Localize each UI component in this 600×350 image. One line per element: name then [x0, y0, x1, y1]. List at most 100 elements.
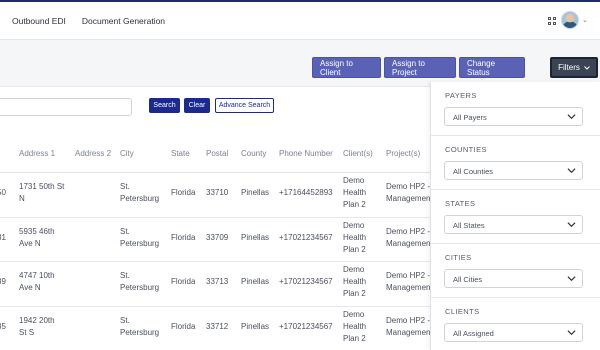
filter-label: STATES	[445, 199, 476, 208]
phone-cell: +17021234567	[279, 277, 333, 286]
chevron-down-icon	[567, 168, 576, 174]
select-value: All States	[453, 221, 485, 230]
client-line2: Health	[343, 188, 367, 197]
project-line2: Managemen	[386, 283, 431, 292]
client-line1: Demo	[343, 176, 365, 185]
select-value: All Assigned	[453, 329, 494, 338]
table-row[interactable]: 35 1942 20th St S St. Petersburg Florida…	[0, 307, 430, 350]
select-value: All Payers	[453, 113, 487, 122]
city-line2: Petersburg	[120, 328, 160, 337]
postal-cell: 33710	[206, 188, 229, 197]
table-row[interactable]: 50 1731 50th St N St. Petersburg Florida…	[0, 173, 430, 218]
filters-label: Filters	[558, 63, 580, 72]
row-id: 35	[0, 322, 6, 331]
county-cell: Pinellas	[241, 188, 270, 197]
state-cell: Florida	[171, 322, 196, 331]
filters-button[interactable]: Filters	[550, 57, 598, 78]
assign-to-project-button[interactable]: Assign to Project	[384, 57, 456, 78]
client-line2: Health	[343, 277, 367, 286]
header-clients[interactable]: Client(s)	[343, 149, 373, 158]
postal-cell: 33713	[206, 277, 229, 286]
postal-cell: 33712	[206, 322, 229, 331]
address1-line1: 4747 10th	[19, 271, 55, 280]
address1-line2: St S	[19, 328, 35, 337]
advance-search-button[interactable]: Advance Search	[215, 98, 274, 113]
cities-select[interactable]: All Cities	[444, 269, 583, 288]
city-line1: St.	[120, 271, 130, 280]
nav-document-generation[interactable]: Document Generation	[82, 16, 165, 26]
search-button[interactable]: Search	[149, 98, 180, 113]
states-select[interactable]: All States	[444, 215, 583, 234]
header-city[interactable]: City	[120, 149, 134, 158]
client-line2: Health	[343, 322, 367, 331]
search-input[interactable]	[0, 98, 132, 116]
project-line1: Demo HP2 -	[386, 316, 431, 325]
project-line1: Demo HP2 -	[386, 271, 431, 280]
row-id: 39	[0, 277, 6, 286]
city-line1: St.	[120, 227, 130, 236]
state-cell: Florida	[171, 233, 196, 242]
client-line1: Demo	[343, 265, 365, 274]
client-line1: Demo	[343, 310, 365, 319]
phone-cell: +17021234567	[279, 233, 333, 242]
payers-select[interactable]: All Payers	[444, 107, 583, 126]
header-postal[interactable]: Postal	[206, 149, 228, 158]
address1-line2: N	[19, 194, 25, 203]
city-line2: Petersburg	[120, 283, 160, 292]
phone-cell: +17021234567	[279, 322, 333, 331]
main-content: Search Clear Advance Search Address 1 Ad…	[0, 86, 430, 350]
table-row[interactable]: 39 4747 10th Ave N St. Petersburg Florid…	[0, 262, 430, 307]
nav-outbound-edi[interactable]: Outbound EDI	[12, 16, 66, 26]
county-cell: Pinellas	[241, 322, 270, 331]
phone-cell: +17164452893	[279, 188, 333, 197]
select-value: All Cities	[453, 275, 483, 284]
counties-select[interactable]: All Counties	[444, 161, 583, 180]
client-line1: Demo	[343, 221, 365, 230]
change-status-button[interactable]: Change Status	[459, 57, 525, 78]
chevron-down-icon	[584, 65, 590, 70]
filter-label: COUNTIES	[445, 145, 487, 154]
top-bar: Outbound EDI Document Generation ⌄	[0, 0, 600, 40]
city-line1: St.	[120, 182, 130, 191]
address1-line1: 1731 50th St	[19, 182, 65, 191]
header-phone[interactable]: Phone Number	[279, 149, 333, 158]
client-line3: Plan 2	[343, 334, 366, 343]
table-row[interactable]: 31 5935 46th Ave N St. Petersburg Florid…	[0, 218, 430, 262]
city-line1: St.	[120, 316, 130, 325]
city-line2: Petersburg	[120, 239, 160, 248]
assign-to-client-button[interactable]: Assign to Client	[312, 57, 381, 78]
project-line1: Demo HP2 -	[386, 182, 431, 191]
client-line2: Health	[343, 233, 367, 242]
table-header: Address 1 Address 2 City State Postal Co…	[0, 145, 430, 173]
postal-cell: 33709	[206, 233, 229, 242]
filter-label: CLIENTS	[445, 307, 480, 316]
header-county[interactable]: County	[241, 149, 266, 158]
header-projects[interactable]: Project(s)	[386, 149, 420, 158]
divider	[431, 135, 600, 136]
address1-line1: 5935 46th	[19, 227, 55, 236]
city-line2: Petersburg	[120, 194, 160, 203]
avatar[interactable]	[561, 11, 579, 29]
address1-line1: 1942 20th	[19, 316, 55, 325]
header-state[interactable]: State	[171, 149, 190, 158]
divider	[431, 297, 600, 298]
clients-select[interactable]: All Assigned	[444, 323, 583, 342]
clear-button[interactable]: Clear	[184, 98, 210, 113]
filter-label: PAYERS	[445, 91, 477, 100]
state-cell: Florida	[171, 188, 196, 197]
top-nav: Outbound EDI Document Generation	[12, 16, 165, 26]
state-cell: Florida	[171, 277, 196, 286]
filter-label: CITIES	[445, 253, 472, 262]
county-cell: Pinellas	[241, 277, 270, 286]
row-id: 50	[0, 188, 6, 197]
apps-grid-icon[interactable]	[548, 17, 556, 25]
divider	[431, 189, 600, 190]
divider	[431, 243, 600, 244]
chevron-down-icon[interactable]: ⌄	[582, 16, 588, 24]
address1-line2: Ave N	[19, 283, 41, 292]
chevron-down-icon	[567, 222, 576, 228]
client-line3: Plan 2	[343, 200, 366, 209]
address1-line2: Ave N	[19, 239, 41, 248]
header-address1[interactable]: Address 1	[19, 149, 55, 158]
header-address2[interactable]: Address 2	[75, 149, 111, 158]
